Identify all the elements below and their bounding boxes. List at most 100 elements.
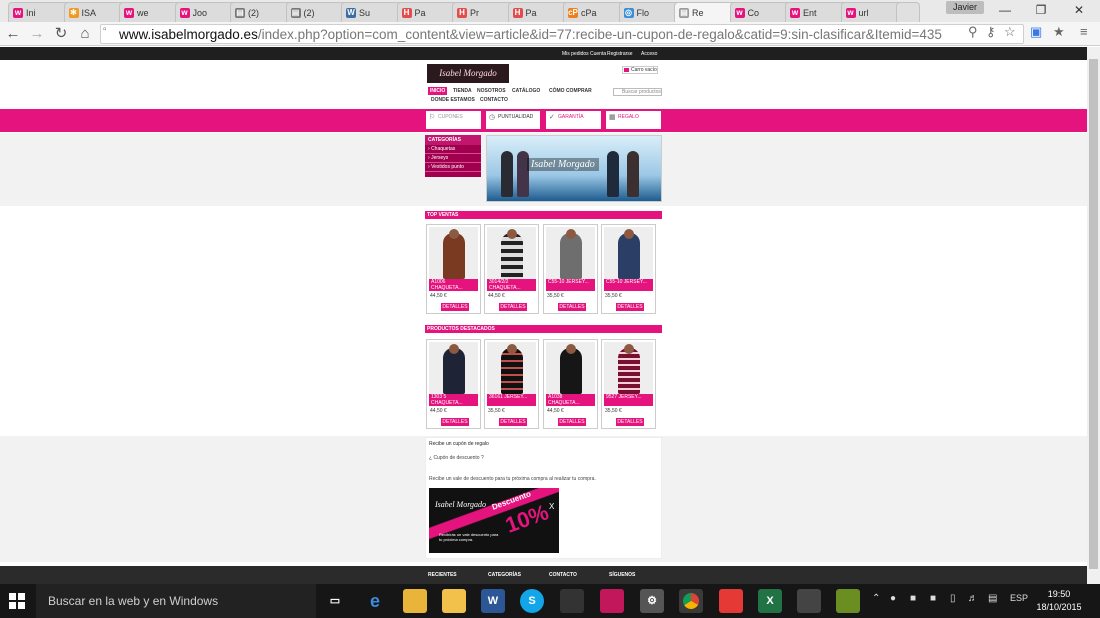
menu-icon[interactable]: ≡	[1080, 24, 1088, 39]
windows-start-icon[interactable]	[8, 592, 26, 610]
product-name[interactable]: 36161 JERSEY...	[487, 394, 536, 406]
product-name[interactable]: A1038 CHAQUETA...	[546, 394, 595, 406]
bookmark-star-icon[interactable]: ☆	[1004, 24, 1016, 40]
product-card[interactable]: A1038 CHAQUETA... 44,50 € DETALLES	[543, 339, 598, 429]
product-image[interactable]	[604, 342, 653, 394]
extension-icon[interactable]: ★	[1053, 24, 1065, 40]
translate-icon[interactable]: ▣	[1030, 24, 1042, 40]
app-icon[interactable]	[560, 589, 584, 613]
page-info-icon[interactable]: ▫	[103, 24, 107, 35]
scrollbar-thumb[interactable]	[1089, 59, 1098, 569]
product-image[interactable]	[429, 227, 478, 279]
tray-icon[interactable]: ●	[890, 593, 896, 604]
details-button[interactable]: DETALLES	[616, 418, 644, 426]
tab-title: (2)	[248, 7, 259, 18]
menu-where-we-are[interactable]: DONDE ESTAMOS	[431, 97, 475, 103]
tray-icon[interactable]: ■	[930, 593, 936, 604]
details-button[interactable]: DETALLES	[616, 303, 644, 311]
volume-icon[interactable]: ♬	[968, 593, 978, 604]
product-search-input[interactable]: Buscar productos	[613, 88, 662, 96]
tray-icon[interactable]: ■	[910, 593, 916, 604]
excel-icon[interactable]: X	[758, 589, 782, 613]
reload-icon[interactable]: ↻	[52, 25, 70, 43]
tray-chevron-icon[interactable]: ⌃	[872, 593, 880, 604]
page-scrollbar[interactable]	[1087, 47, 1100, 584]
site-logo[interactable]: Isabel Morgado	[427, 64, 509, 83]
product-name[interactable]: 3014/2/2 CHAQUETA...	[487, 279, 536, 291]
menu-contact[interactable]: CONTACTO	[480, 97, 508, 103]
task-view-icon[interactable]: ▭	[323, 589, 347, 613]
product-card[interactable]: 3014/2/2 CHAQUETA... 44,50 € DETALLES	[484, 224, 539, 314]
settings-icon[interactable]: ⚙	[640, 589, 664, 613]
cart-button[interactable]: Carro vacío	[622, 66, 658, 74]
close-window-button[interactable]: ✕	[1064, 2, 1094, 18]
minimize-button[interactable]: —	[990, 2, 1020, 18]
details-button[interactable]: DETALLES	[441, 303, 469, 311]
category-chaquetas[interactable]: › Chaquetas	[425, 145, 481, 154]
feature-punctuality[interactable]: ◷ PUNTUALIDAD	[485, 110, 541, 130]
back-icon[interactable]: ←	[4, 25, 22, 43]
login-link[interactable]: Acceso	[641, 51, 657, 57]
menu-shop[interactable]: TIENDA	[453, 88, 472, 94]
menu-about[interactable]: NOSOTROS	[477, 88, 506, 94]
skype-icon[interactable]: S	[520, 589, 544, 613]
product-name[interactable]: C55-10 JERSEY...	[546, 279, 595, 291]
product-card[interactable]: C55-10 JERSEY... 35,50 € DETALLES	[601, 224, 656, 314]
product-card[interactable]: 36161 JERSEY... 35,50 € DETALLES	[484, 339, 539, 429]
file-explorer-icon[interactable]	[403, 589, 427, 613]
address-bar[interactable]: www.isabelmorgado.es/index.php?option=co…	[100, 24, 1024, 44]
app-icon[interactable]	[442, 589, 466, 613]
details-button[interactable]: DETALLES	[558, 418, 586, 426]
restore-button[interactable]: ❐	[1026, 2, 1056, 18]
product-image[interactable]	[546, 342, 595, 394]
home-icon[interactable]: ⌂	[76, 25, 94, 43]
product-name[interactable]: A1006 CHAQUETA...	[429, 279, 478, 291]
details-button[interactable]: DETALLES	[499, 418, 527, 426]
app-icon[interactable]	[797, 589, 821, 613]
profile-button[interactable]: Javier	[946, 1, 984, 14]
feature-gift[interactable]: ▦ REGALO	[605, 110, 662, 130]
category-vestidos-punto[interactable]: › Vestidos punto	[425, 163, 481, 172]
details-button[interactable]: DETALLES	[441, 418, 469, 426]
details-button[interactable]: DETALLES	[499, 303, 527, 311]
hero-banner[interactable]: Isabel Morgado	[486, 135, 662, 202]
word-icon[interactable]: W	[481, 589, 505, 613]
tag-icon: ⚐	[429, 114, 436, 121]
article-content: Recibe un cupón de regalo ¿ Cupón de des…	[425, 437, 662, 559]
category-jerseys[interactable]: › Jerseys	[425, 154, 481, 163]
edge-icon[interactable]: e	[363, 589, 387, 613]
menu-home[interactable]: INICIO	[428, 87, 448, 95]
language-indicator[interactable]: ESP	[1010, 593, 1028, 603]
app-icon[interactable]	[600, 589, 624, 613]
product-name[interactable]: 9527 JERSEY...	[604, 394, 653, 406]
product-card[interactable]: 9527 JERSEY... 35,50 € DETALLES	[601, 339, 656, 429]
key-icon[interactable]: ⚷	[986, 24, 996, 40]
product-card[interactable]: A1006 CHAQUETA... 44,50 € DETALLES	[426, 224, 481, 314]
notifications-icon[interactable]: ▤	[988, 593, 997, 604]
product-card[interactable]: 1303 5 CHAQUETA... 44,50 € DETALLES	[426, 339, 481, 429]
feature-guarantee[interactable]: ✓ GARANTÍA	[545, 110, 602, 130]
product-image[interactable]	[546, 227, 595, 279]
feature-coupons[interactable]: ⚐ CUPONES	[425, 110, 482, 130]
product-image[interactable]	[429, 342, 478, 394]
forward-icon[interactable]: →	[28, 25, 46, 43]
taskbar-search-box[interactable]: Buscar en la web y en Windows	[36, 584, 316, 618]
menu-how-to-buy[interactable]: CÓMO COMPRAR	[549, 88, 592, 94]
product-image[interactable]	[487, 227, 536, 279]
register-link[interactable]: Registrarse	[607, 51, 633, 57]
battery-icon[interactable]: ▯	[950, 593, 956, 604]
taskbar-clock[interactable]: 19:50 18/10/2015	[1034, 588, 1084, 614]
product-image[interactable]	[487, 342, 536, 394]
chrome-icon[interactable]	[679, 589, 703, 613]
app-icon[interactable]	[836, 589, 860, 613]
menu-catalog[interactable]: CATÁLOGO	[512, 88, 540, 94]
new-tab-button[interactable]	[896, 2, 920, 22]
account-link[interactable]: Cuenta	[590, 51, 606, 57]
my-orders-link[interactable]: Mis pedidos	[562, 51, 589, 57]
details-button[interactable]: DETALLES	[558, 303, 586, 311]
app-icon[interactable]	[719, 589, 743, 613]
product-name[interactable]: 1303 5 CHAQUETA...	[429, 394, 478, 406]
product-image[interactable]	[604, 227, 653, 279]
product-card[interactable]: C55-10 JERSEY... 35,50 € DETALLES	[543, 224, 598, 314]
product-name[interactable]: C55-10 JERSEY...	[604, 279, 653, 291]
